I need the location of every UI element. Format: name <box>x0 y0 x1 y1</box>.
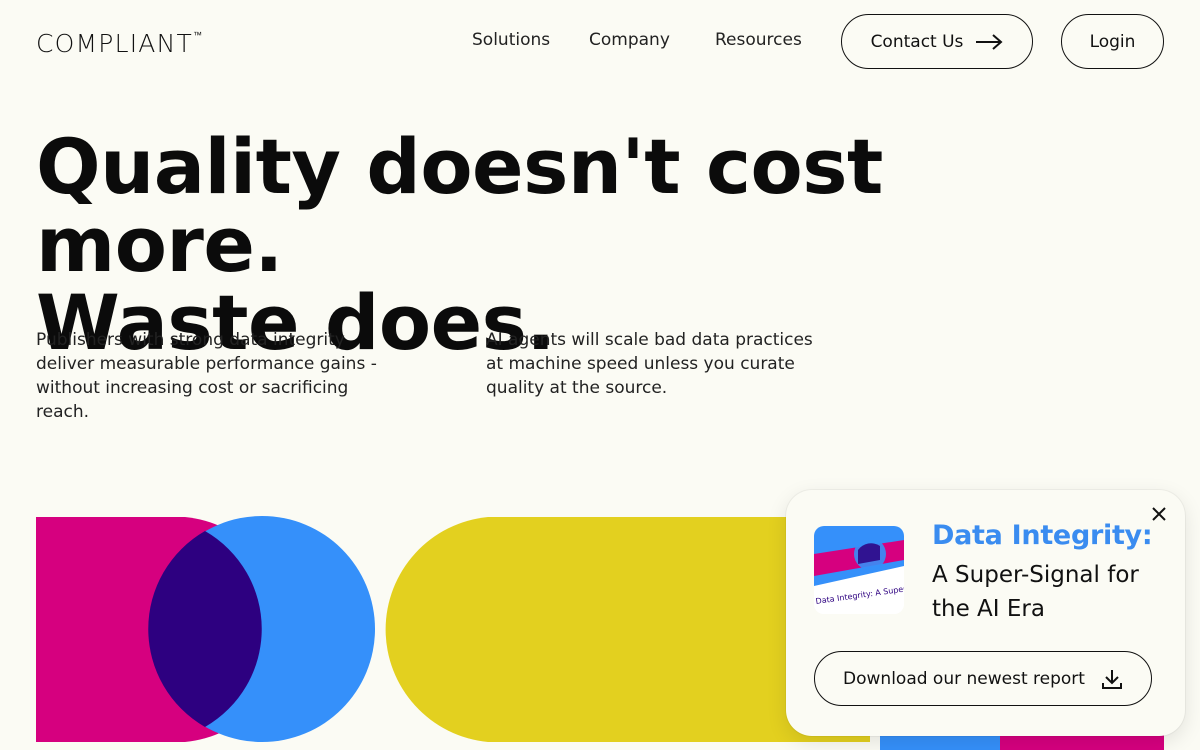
arrow-right-icon <box>976 33 1003 50</box>
download-report-label: Download our newest report <box>843 668 1085 689</box>
report-popup: Data Integrity: A Super Data Integrity: … <box>786 490 1185 736</box>
report-cover-image: Data Integrity: A Super <box>814 526 904 614</box>
contact-us-button[interactable]: Contact Us <box>841 14 1033 69</box>
popup-subtitle: A Super-Signal for the AI Era <box>932 562 1139 622</box>
overlap-lens <box>148 531 262 727</box>
login-button[interactable]: Login <box>1061 14 1164 69</box>
download-icon <box>1101 669 1122 689</box>
headline-line-1: Quality doesn't cost more. <box>36 122 883 289</box>
download-report-button[interactable]: Download our newest report <box>814 651 1152 706</box>
nav-resources[interactable]: Resources <box>715 30 802 50</box>
blue-circle <box>149 516 375 742</box>
nav-company[interactable]: Company <box>589 30 670 50</box>
magenta-shape <box>36 517 288 742</box>
brand-logo[interactable]: COMPLIANT™ <box>36 29 202 58</box>
magenta-peek <box>1000 735 1164 750</box>
login-label: Login <box>1089 31 1136 52</box>
trademark-mark: ™ <box>192 31 202 41</box>
brand-name: COMPLIANT <box>36 29 193 58</box>
blue-peek <box>880 735 1000 750</box>
popup-title: Data Integrity: <box>932 520 1153 551</box>
hero-headline: Quality doesn't cost more. Waste does. <box>36 128 1136 362</box>
hero-paragraph-right: AI agents will scale bad data practices … <box>486 330 813 398</box>
report-thumbnail[interactable]: Data Integrity: A Super <box>814 526 904 614</box>
hero-paragraph-left: Publishers with strong data integrity de… <box>36 330 377 422</box>
contact-us-label: Contact Us <box>870 31 964 52</box>
close-glyph <box>1152 507 1166 521</box>
nav-solutions[interactable]: Solutions <box>472 30 550 50</box>
